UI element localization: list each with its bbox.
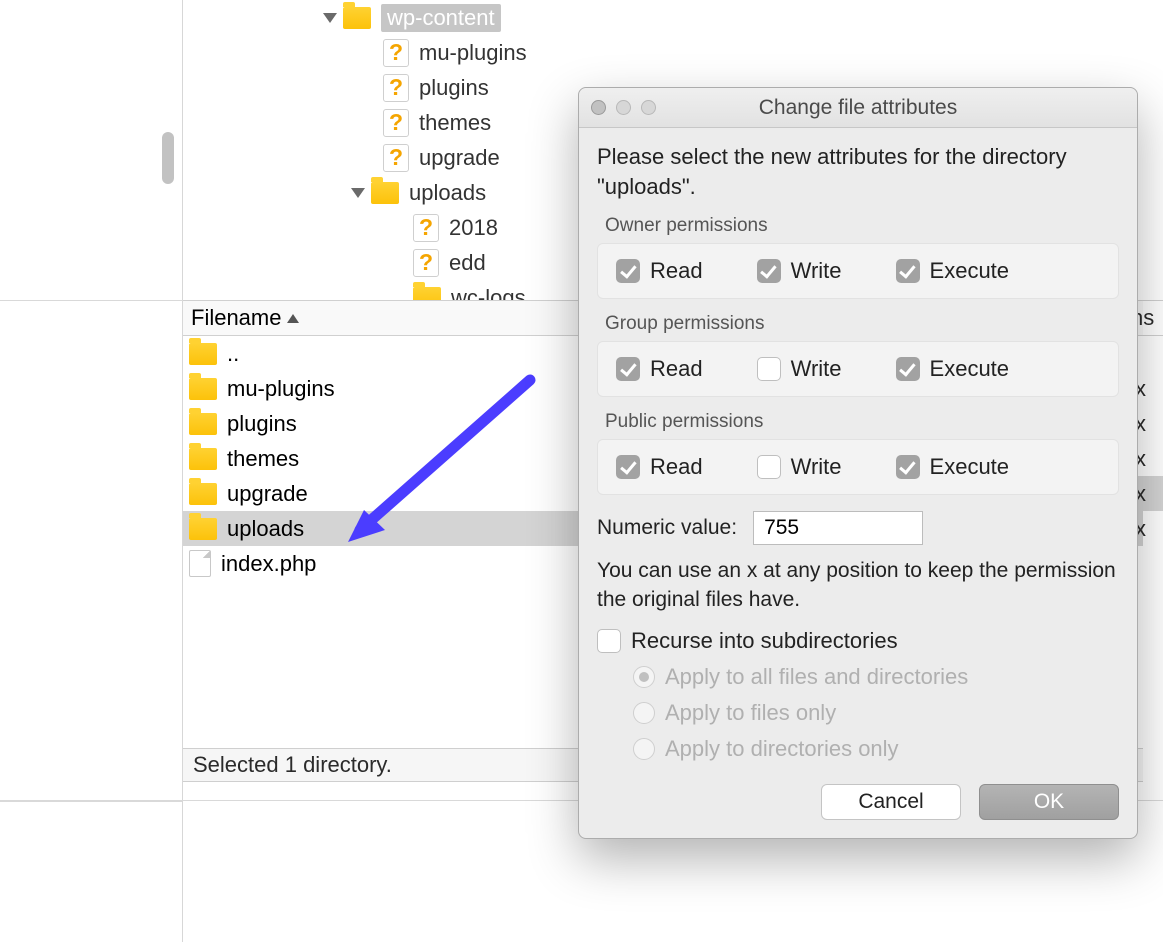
chevron-down-icon[interactable] — [351, 188, 365, 198]
public-write-checkbox[interactable]: Write — [757, 454, 842, 480]
folder-icon — [189, 378, 217, 400]
file-name: plugins — [227, 411, 297, 437]
recurse-label: Recurse into subdirectories — [631, 628, 898, 654]
tree-label: plugins — [419, 75, 489, 101]
radio-icon — [633, 702, 655, 724]
tree-item-wp-content[interactable]: wp-content — [183, 0, 1143, 35]
tree-label: 2018 — [449, 215, 498, 241]
public-read-checkbox[interactable]: Read — [616, 454, 703, 480]
tree-label: mu-plugins — [419, 40, 527, 66]
folder-icon — [343, 7, 371, 29]
owner-execute-checkbox[interactable]: Execute — [896, 258, 1010, 284]
unknown-file-icon — [413, 214, 439, 242]
folder-icon — [189, 413, 217, 435]
unknown-file-icon — [383, 74, 409, 102]
dialog-instruction: Please select the new attributes for the… — [597, 142, 1119, 201]
ok-button[interactable]: OK — [979, 784, 1119, 820]
unknown-file-icon — [383, 109, 409, 137]
folder-icon — [189, 448, 217, 470]
status-text: Selected 1 directory. — [193, 752, 392, 778]
folder-icon — [371, 182, 399, 204]
folder-icon — [189, 343, 217, 365]
file-name: .. — [227, 341, 239, 367]
checkbox-icon — [597, 629, 621, 653]
public-execute-checkbox[interactable]: Execute — [896, 454, 1010, 480]
unknown-file-icon — [413, 249, 439, 277]
group-execute-checkbox[interactable]: Execute — [896, 356, 1010, 382]
owner-permissions-group: Owner permissions Read Write Execute — [597, 211, 1119, 299]
file-name: mu-plugins — [227, 376, 335, 402]
numeric-value-label: Numeric value: — [597, 516, 737, 540]
radio-apply-all: Apply to all files and directories — [633, 664, 1119, 690]
tree-item-mu-plugins[interactable]: mu-plugins — [183, 35, 1143, 70]
column-header-filename[interactable]: Filename — [191, 305, 281, 331]
group-label: Public permissions — [597, 407, 1119, 439]
file-name: themes — [227, 446, 299, 472]
public-permissions-group: Public permissions Read Write Execute — [597, 407, 1119, 495]
group-label: Group permissions — [597, 309, 1119, 341]
owner-read-checkbox[interactable]: Read — [616, 258, 703, 284]
group-read-checkbox[interactable]: Read — [616, 356, 703, 382]
group-label: Owner permissions — [597, 211, 1119, 243]
radio-icon — [633, 666, 655, 688]
checkbox-icon — [757, 455, 781, 479]
checkbox-icon — [896, 357, 920, 381]
unknown-file-icon — [383, 144, 409, 172]
recurse-checkbox[interactable]: Recurse into subdirectories — [597, 628, 1119, 654]
sort-ascending-icon — [287, 314, 299, 323]
numeric-hint: You can use an x at any position to keep… — [597, 557, 1119, 614]
unknown-file-icon — [383, 39, 409, 67]
checkbox-icon — [616, 357, 640, 381]
change-attributes-dialog: Change file attributes Please select the… — [578, 87, 1138, 839]
chevron-down-icon[interactable] — [323, 13, 337, 23]
file-name: index.php — [221, 551, 316, 577]
group-write-checkbox[interactable]: Write — [757, 356, 842, 382]
owner-write-checkbox[interactable]: Write — [757, 258, 842, 284]
checkbox-icon — [757, 357, 781, 381]
file-icon — [189, 550, 211, 577]
divider — [0, 801, 182, 802]
folder-icon — [189, 483, 217, 505]
cancel-button[interactable]: Cancel — [821, 784, 961, 820]
checkbox-icon — [616, 455, 640, 479]
numeric-value-input[interactable] — [753, 511, 923, 545]
checkbox-icon — [896, 259, 920, 283]
dialog-title: Change file attributes — [579, 96, 1137, 120]
scrollbar-thumb[interactable] — [162, 132, 174, 184]
recurse-mode-radios: Apply to all files and directories Apply… — [597, 664, 1119, 762]
file-name: upgrade — [227, 481, 308, 507]
folder-icon — [189, 518, 217, 540]
tree-label: wp-content — [381, 4, 501, 32]
tree-label: uploads — [409, 180, 486, 206]
file-name: uploads — [227, 516, 304, 542]
group-permissions-group: Group permissions Read Write Execute — [597, 309, 1119, 397]
radio-apply-dirs: Apply to directories only — [633, 736, 1119, 762]
radio-icon — [633, 738, 655, 760]
checkbox-icon — [896, 455, 920, 479]
checkbox-icon — [757, 259, 781, 283]
tree-label: upgrade — [419, 145, 500, 171]
tree-label: edd — [449, 250, 486, 276]
tree-label: themes — [419, 110, 491, 136]
radio-apply-files: Apply to files only — [633, 700, 1119, 726]
checkbox-icon — [616, 259, 640, 283]
dialog-titlebar[interactable]: Change file attributes — [579, 88, 1137, 128]
